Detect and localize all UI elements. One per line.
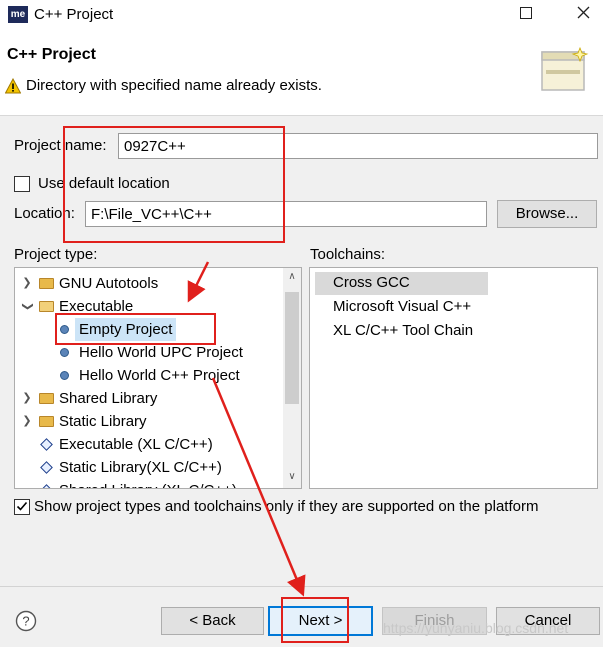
annotation-arrow-1 <box>187 261 210 303</box>
annotation-arrows <box>187 261 306 597</box>
annotation-arrow-2 <box>211 377 306 597</box>
